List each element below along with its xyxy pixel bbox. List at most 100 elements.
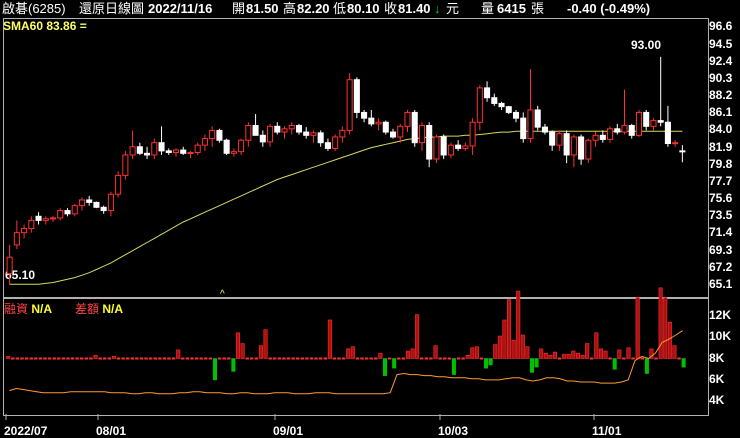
margin-bar xyxy=(102,357,107,360)
margin-bar xyxy=(502,319,507,359)
candle-body xyxy=(643,111,650,127)
margin-bar xyxy=(534,358,539,368)
margin-bar xyxy=(658,287,663,359)
candle-body xyxy=(295,125,303,133)
candle-body xyxy=(426,125,433,160)
candle-body xyxy=(549,131,556,146)
candle-body xyxy=(563,133,570,156)
candle-body xyxy=(404,111,411,127)
margin-bar xyxy=(57,357,61,360)
margin-bar xyxy=(672,345,677,359)
candle-body xyxy=(628,125,635,136)
margin-bar xyxy=(327,319,332,359)
candle-body xyxy=(599,134,606,140)
candle-body xyxy=(172,149,180,154)
margin-bar xyxy=(369,357,373,360)
margin-bar xyxy=(392,358,397,369)
candle-body xyxy=(317,132,324,144)
candle-body xyxy=(158,142,165,152)
candle-body xyxy=(194,144,201,154)
candle-body xyxy=(100,206,107,212)
margin-bar xyxy=(493,344,498,359)
margin-bar xyxy=(98,357,102,360)
candle-body xyxy=(288,125,295,130)
margin-bar xyxy=(566,353,571,359)
margin-bar xyxy=(135,357,139,360)
margin-bar xyxy=(617,349,622,359)
margin-bar xyxy=(387,357,392,360)
margin-bar xyxy=(222,357,226,360)
margin-bar xyxy=(378,352,383,359)
margin-bar xyxy=(410,348,415,359)
candle-body xyxy=(6,256,13,275)
candle-body xyxy=(86,199,93,203)
margin-bar xyxy=(456,357,461,360)
margin-bar xyxy=(401,357,406,360)
margin-bar xyxy=(539,348,544,359)
margin-bar xyxy=(631,357,635,360)
candle-body xyxy=(650,120,657,127)
margin-bar xyxy=(80,357,84,360)
margin-bar xyxy=(677,357,681,360)
margin-bar xyxy=(571,350,576,359)
margin-bar xyxy=(240,343,245,359)
margin-bar xyxy=(295,357,300,360)
cursor-marker: ^ xyxy=(220,289,225,300)
margin-bar xyxy=(34,357,38,360)
margin-bar xyxy=(405,350,410,359)
candle-body xyxy=(556,133,563,146)
margin-line xyxy=(9,330,683,395)
margin-bar xyxy=(153,357,157,360)
candle-body xyxy=(209,129,216,140)
candle-body xyxy=(433,136,440,160)
margin-bar xyxy=(397,357,401,360)
candle-body xyxy=(223,139,230,154)
margin-bar xyxy=(300,357,304,360)
candle-body xyxy=(332,136,339,149)
margin-bar xyxy=(529,358,535,373)
margin-bar xyxy=(424,357,429,360)
margin-bar xyxy=(314,357,318,360)
candle-body xyxy=(151,142,158,156)
margin-bar xyxy=(580,354,585,359)
margin-bar xyxy=(557,357,562,360)
margin-bar xyxy=(433,345,438,359)
candle-body xyxy=(447,144,454,156)
margin-bar xyxy=(451,358,456,375)
candle-body xyxy=(505,106,512,113)
margin-bar xyxy=(61,357,66,360)
margin-bar xyxy=(415,314,420,359)
margin-bar xyxy=(24,357,29,360)
margin-bar xyxy=(364,357,369,360)
margin-bar xyxy=(107,357,112,360)
margin-bar xyxy=(644,358,649,374)
margin-bar xyxy=(144,357,148,360)
candle-body xyxy=(13,232,20,246)
candlestick-chart[interactable]: ^ xyxy=(0,0,740,437)
margin-bar xyxy=(11,357,15,360)
margin-bar xyxy=(121,357,125,360)
candle-body xyxy=(491,97,498,104)
margin-bar xyxy=(337,357,341,360)
candle-body xyxy=(324,142,331,149)
candle-body xyxy=(411,111,418,144)
candle-body xyxy=(57,210,64,219)
margin-bar xyxy=(185,357,190,360)
margin-bar xyxy=(29,357,33,360)
margin-bar xyxy=(204,357,208,360)
candle-body xyxy=(252,125,259,136)
margin-bar xyxy=(622,357,626,360)
margin-bar xyxy=(231,358,236,372)
margin-bar xyxy=(116,357,121,360)
margin-bar xyxy=(171,357,176,360)
candle-body xyxy=(339,129,346,138)
candle-body xyxy=(534,109,541,128)
margin-bar xyxy=(516,290,521,359)
margin-bar xyxy=(374,357,378,360)
candle-body xyxy=(397,125,404,138)
margin-bar xyxy=(346,348,351,359)
margin-bar xyxy=(552,351,558,359)
margin-bar xyxy=(305,357,309,360)
margin-bar xyxy=(681,358,686,368)
candle-body xyxy=(621,125,628,133)
